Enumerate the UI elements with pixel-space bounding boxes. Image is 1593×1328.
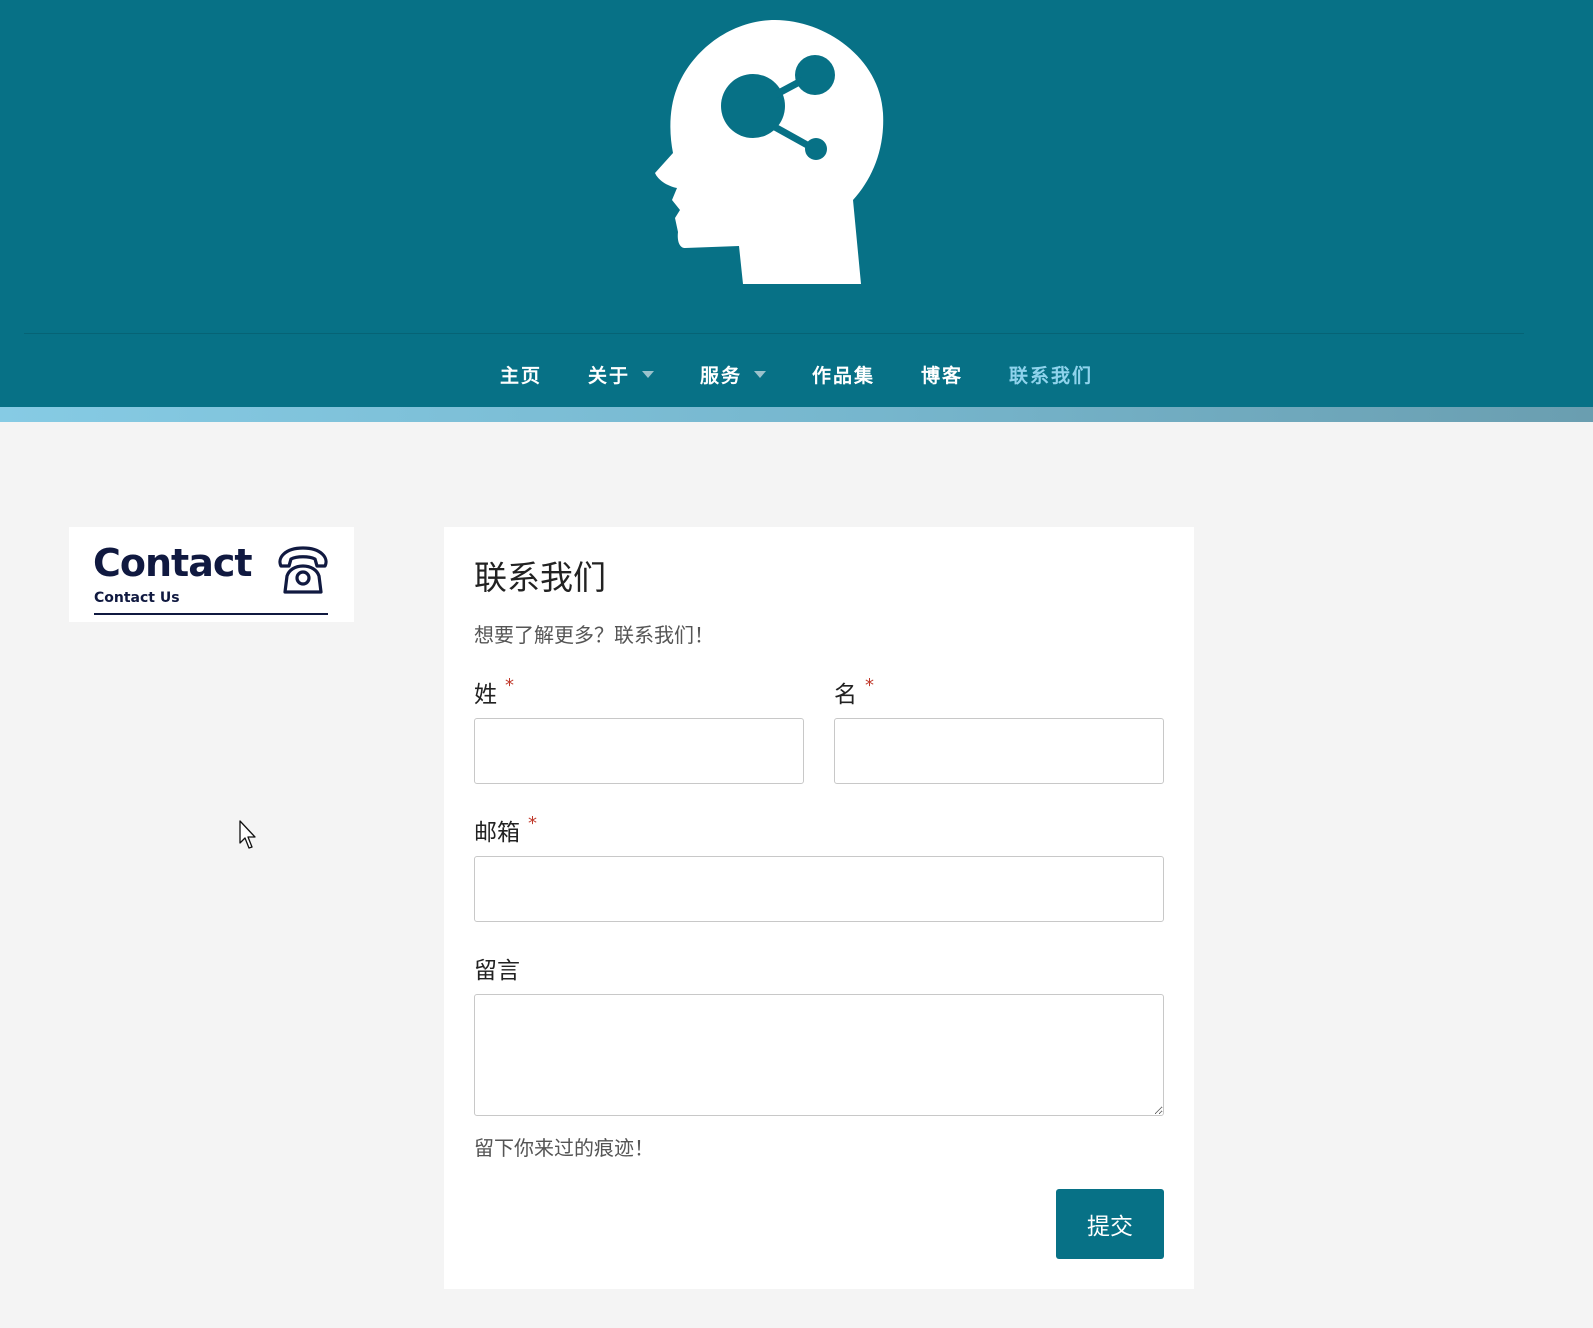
first-name-input[interactable] bbox=[834, 718, 1164, 784]
chevron-down-icon bbox=[641, 370, 654, 378]
required-mark: * bbox=[865, 675, 874, 696]
nav-item-services[interactable]: 服务 bbox=[700, 361, 766, 388]
message-label-text: 留言 bbox=[474, 958, 520, 984]
submit-button[interactable]: 提交 bbox=[1056, 1189, 1164, 1259]
first-name-label-text: 名 bbox=[834, 682, 857, 708]
message-label: 留言 bbox=[474, 951, 520, 985]
required-mark: * bbox=[528, 813, 537, 834]
first-name-label: 名 * bbox=[834, 675, 874, 709]
required-mark: * bbox=[505, 675, 514, 696]
contact-badge-image: Contact Contact Us bbox=[69, 527, 354, 622]
email-input[interactable] bbox=[474, 856, 1164, 922]
form-subtitle: 想要了解更多？联系我们！ bbox=[474, 623, 714, 647]
nav-item-label: 作品集 bbox=[812, 364, 876, 387]
badge-title: Contact bbox=[93, 541, 253, 585]
form-title: 联系我们 bbox=[474, 558, 606, 597]
email-label: 邮箱 * bbox=[474, 813, 537, 847]
mouse-cursor-icon bbox=[239, 820, 261, 850]
email-label-text: 邮箱 bbox=[474, 820, 520, 846]
nav-item-contact[interactable]: 联系我们 bbox=[1009, 361, 1093, 388]
site-header: 主页 关于 服务 作品集 博客 联系我们 bbox=[0, 0, 1593, 408]
message-textarea[interactable] bbox=[474, 994, 1164, 1116]
nav-item-blog[interactable]: 博客 bbox=[921, 361, 963, 388]
nav-item-about[interactable]: 关于 bbox=[588, 361, 654, 388]
main-nav: 主页 关于 服务 作品集 博客 联系我们 bbox=[0, 356, 1593, 392]
nav-item-label: 关于 bbox=[587, 364, 630, 387]
nav-item-label: 服务 bbox=[699, 364, 742, 387]
nav-item-label: 联系我们 bbox=[1009, 364, 1094, 387]
badge-underline bbox=[94, 613, 328, 615]
last-name-label: 姓 * bbox=[474, 675, 514, 709]
chevron-down-icon bbox=[754, 370, 766, 378]
nav-item-home[interactable]: 主页 bbox=[500, 361, 542, 388]
nav-item-label: 博客 bbox=[921, 364, 964, 387]
telephone-icon bbox=[275, 544, 331, 596]
last-name-label-text: 姓 bbox=[474, 682, 497, 708]
last-name-input[interactable] bbox=[474, 718, 804, 784]
header-divider bbox=[24, 333, 1524, 334]
contact-form-card: 联系我们 想要了解更多？联系我们！ 姓 * 名 * 邮箱 * 留言 留下你来过的痕迹！… bbox=[444, 527, 1194, 1289]
nav-item-portfolio[interactable]: 作品集 bbox=[812, 361, 875, 388]
nav-item-label: 主页 bbox=[499, 364, 542, 387]
header-accent-bar bbox=[0, 407, 1593, 422]
message-help-text: 留下你来过的痕迹！ bbox=[474, 1136, 654, 1160]
head-network-icon[interactable] bbox=[655, 18, 895, 290]
badge-subtitle: Contact Us bbox=[94, 590, 180, 606]
